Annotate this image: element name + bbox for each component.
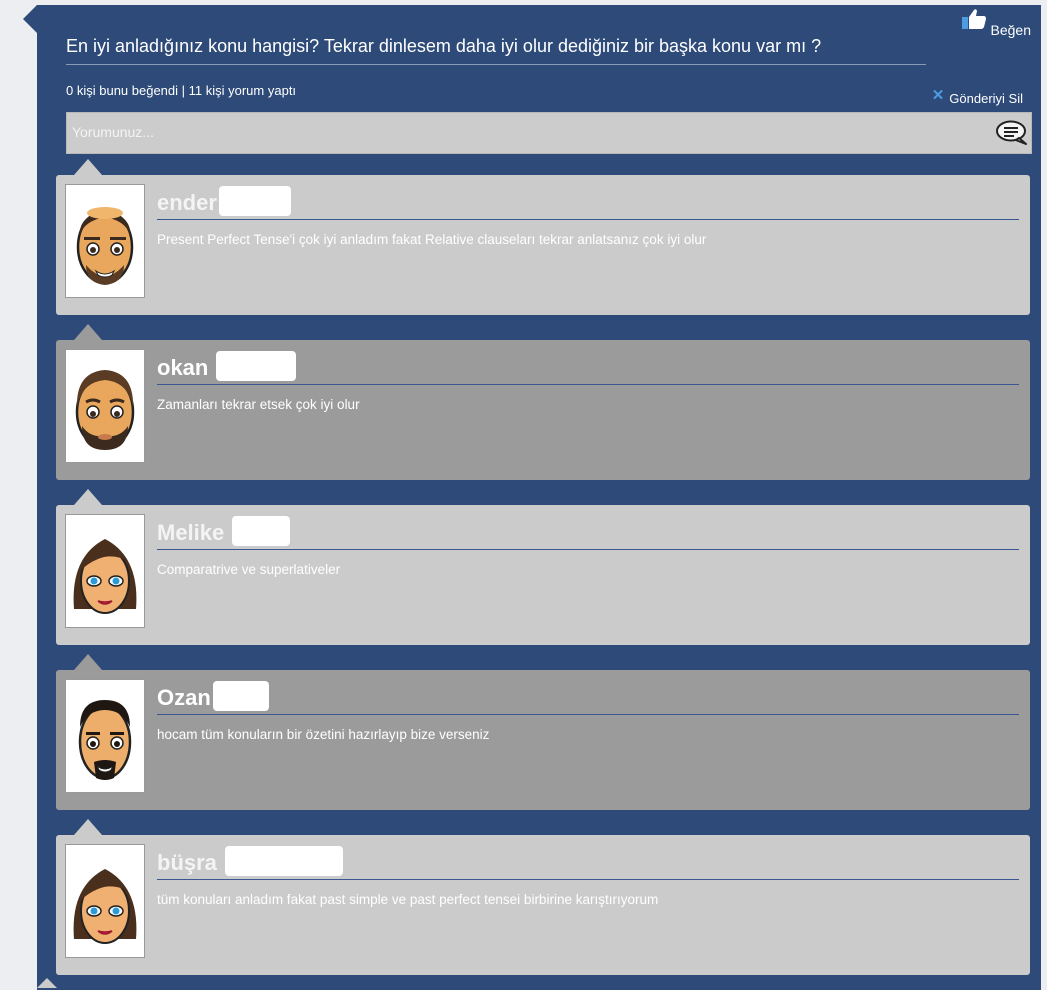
avatar[interactable] [65, 844, 145, 958]
comment-box [66, 112, 1032, 154]
comment-text: Present Perfect Tense'i çok iyi anladım … [157, 232, 707, 247]
redacted-surname [218, 186, 291, 217]
comment-author-name: büşra [157, 850, 217, 875]
redacted-surname [216, 351, 297, 382]
comment-author: Ozan [157, 678, 1019, 715]
thumbs-up-icon [961, 8, 987, 35]
comment-pointer [74, 489, 102, 505]
comment-item: okan Zamanları tekrar etsek çok iyi olur [56, 324, 1030, 480]
comment-pointer [74, 324, 102, 340]
comment-text: Zamanları tekrar etsek çok iyi olur [157, 397, 360, 412]
comment-text: Comparatrive ve superlativeler [157, 562, 341, 577]
comment-input[interactable] [67, 113, 987, 151]
avatar[interactable] [65, 514, 145, 628]
redacted-surname [225, 846, 344, 877]
comment-pointer [74, 159, 102, 175]
post-card: En iyi anladığınız konu hangisi? Tekrar … [37, 5, 1041, 990]
comment-item: büşra tüm konuları anladım fakat past si… [56, 819, 1030, 975]
post-question: En iyi anladığınız konu hangisi? Tekrar … [66, 35, 926, 65]
delete-post-button[interactable]: ✕ Gönderiyi Sil [931, 85, 1023, 107]
like-label: Beğen [990, 22, 1031, 38]
comment-author-name: okan [157, 355, 209, 380]
post-pointer [23, 5, 37, 33]
post-stats: 0 kişi bunu beğendi | 11 kişi yorum yapt… [66, 83, 297, 98]
close-icon: ✕ [931, 86, 945, 104]
avatar[interactable] [65, 349, 145, 463]
comment-pointer [74, 654, 102, 670]
comment-author-name: Melike [157, 520, 225, 545]
comment-text: hocam tüm konuların bir özetini hazırlay… [157, 727, 490, 742]
comment-author: ender [157, 183, 1019, 220]
comment-author-name: ender [157, 190, 217, 215]
comment-pointer [74, 819, 102, 835]
comment-text: tüm konuları anladım fakat past simple v… [157, 892, 659, 907]
like-button[interactable]: Beğen [961, 8, 1031, 38]
speech-bubble-icon[interactable] [995, 119, 1029, 152]
redacted-surname [212, 681, 269, 712]
avatar[interactable] [65, 679, 145, 793]
next-comment-pointer [37, 978, 57, 988]
comment-author: Melike [157, 513, 1019, 550]
comment-author: büşra [157, 843, 1019, 880]
comment-item: Ozan hocam tüm konuların bir özetini haz… [56, 654, 1030, 810]
comment-item: Melike Comparatrive ve superlativeler [56, 489, 1030, 645]
redacted-surname [232, 516, 291, 547]
comment-author-name: Ozan [157, 685, 211, 710]
avatar[interactable] [65, 184, 145, 298]
comment-author: okan [157, 348, 1019, 385]
delete-post-label: Gönderiyi Sil [949, 91, 1023, 106]
comment-item: ender Present Perfect Tense'i çok iyi an… [56, 159, 1030, 315]
